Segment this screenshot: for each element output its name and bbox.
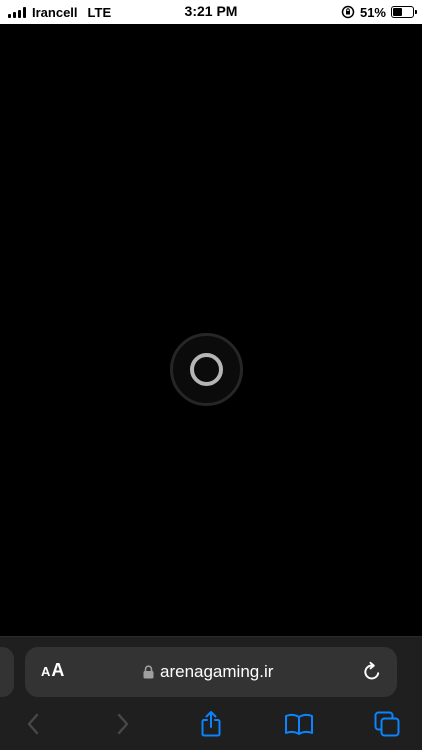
url-display[interactable]: arenagaming.ir	[143, 661, 273, 683]
tabs-button[interactable]	[372, 709, 402, 739]
reload-icon[interactable]	[361, 661, 383, 683]
forward-button[interactable]	[108, 709, 138, 739]
tabs-icon	[374, 711, 400, 737]
text-size-large-a: A	[51, 660, 65, 680]
battery-level	[393, 8, 403, 16]
battery-percent: 51%	[359, 4, 386, 20]
browser-toolbar	[0, 709, 422, 745]
lock-icon	[143, 665, 154, 679]
share-icon	[201, 711, 221, 737]
text-size-small-a: A	[41, 664, 51, 679]
chevron-right-icon	[117, 713, 129, 735]
address-bar[interactable]: A A arenagaming.ir	[25, 647, 397, 697]
screen: Irancell LTE 3:21 PM 51% A A arenagaming…	[0, 0, 422, 750]
previous-tab-peek[interactable]	[0, 647, 14, 697]
loading-spinner-icon	[170, 333, 243, 406]
back-button[interactable]	[18, 709, 48, 739]
share-button[interactable]	[196, 709, 226, 739]
book-icon	[285, 713, 313, 735]
orientation-lock-icon	[341, 5, 355, 19]
status-right: 51%	[341, 3, 417, 21]
url-text: arenagaming.ir	[160, 662, 274, 681]
battery-icon	[391, 6, 417, 18]
status-bar: Irancell LTE 3:21 PM 51%	[0, 0, 422, 24]
bookmarks-button[interactable]	[284, 709, 314, 739]
chevron-left-icon	[27, 713, 39, 735]
loading-ring	[190, 353, 223, 386]
text-size-button[interactable]: A A	[41, 660, 64, 684]
browser-bottom-bar: A A arenagaming.ir	[0, 636, 422, 750]
